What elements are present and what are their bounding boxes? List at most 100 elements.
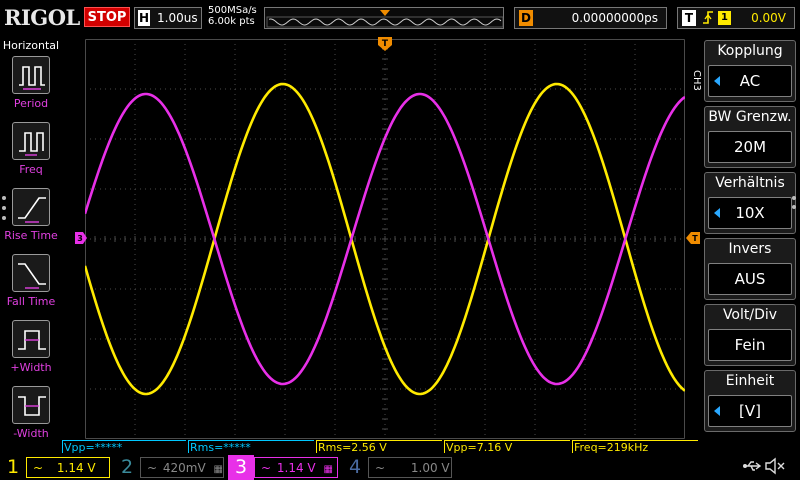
- channel-menu-label: CH3: [691, 70, 702, 91]
- measure-negative-width-button[interactable]: -Width: [0, 386, 62, 452]
- measure-fall-time-button[interactable]: Fall Time: [0, 254, 62, 320]
- channel-2-info: ~ 420mV ▦: [140, 457, 224, 478]
- svg-text:3: 3: [77, 234, 83, 243]
- selector-arrow-icon: [714, 76, 720, 86]
- volt-div-title: Volt/Div: [722, 307, 778, 323]
- probe-ratio-value: 10X: [708, 197, 792, 229]
- fall-time-icon: [12, 254, 50, 292]
- left-menu-title: Horizontal: [2, 39, 60, 52]
- rise-time-icon: [12, 188, 50, 226]
- waveform-display[interactable]: [85, 39, 685, 439]
- ac-coupling-icon: ~: [261, 461, 272, 475]
- positive-width-icon: [12, 320, 50, 358]
- grid-lines: [85, 39, 685, 439]
- probe-ratio-menu-item[interactable]: Verhältnis 10X: [704, 172, 796, 234]
- sample-rate: 500MSa/s: [208, 5, 257, 16]
- coupling-title: Kopplung: [717, 43, 783, 59]
- unit-title: Einheit: [725, 373, 775, 389]
- bandwidth-limit-menu-item[interactable]: BW Grenzw. 20M: [704, 106, 796, 168]
- acquisition-info: 500MSa/s 6.00k pts: [208, 5, 257, 27]
- knob-indicator-icon: [792, 196, 798, 215]
- run-stop-status[interactable]: STOP: [84, 7, 130, 27]
- bandwidth-limit-title: BW Grenzw.: [708, 109, 792, 125]
- timebase-value: 1.00us: [157, 11, 198, 25]
- fall-time-label: Fall Time: [6, 295, 56, 308]
- measurement-2[interactable]: Rms=*****: [188, 440, 314, 453]
- delay-box[interactable]: D 0.00000000ps: [514, 7, 667, 29]
- measure-period-button[interactable]: Period: [0, 56, 62, 122]
- channel-status-bar: 1 ~ 1.14 V 2 ~ 420mV ▦ 3 ~ 1.14 V ▦ 4 ~ …: [0, 455, 800, 480]
- unit-menu-item[interactable]: Einheit [V]: [704, 370, 796, 432]
- delay-value: 0.00000000ps: [571, 11, 658, 25]
- channel-2-scale: 420mV: [162, 461, 206, 475]
- rising-edge-icon: [702, 9, 714, 33]
- frequency-icon: [12, 122, 50, 160]
- ac-coupling-icon: ~: [33, 461, 44, 475]
- probe-ratio-title: Verhältnis: [715, 175, 785, 191]
- trigger-source: 1: [718, 11, 731, 25]
- channel-4-tab[interactable]: 4 ~ 1.00 V: [342, 455, 454, 480]
- bandwidth-limit-value: 20M: [708, 131, 792, 163]
- channel-3-tab[interactable]: 3 ~ 1.14 V ▦: [228, 455, 340, 480]
- horizontal-label: H: [138, 10, 150, 26]
- measurement-5[interactable]: Freq=219kHz: [572, 440, 698, 453]
- memory-trigger-marker-icon: [380, 10, 390, 16]
- invert-menu-item[interactable]: Invers AUS: [704, 238, 796, 300]
- delay-label: D: [519, 10, 533, 26]
- memory-overview-bar[interactable]: [264, 7, 504, 29]
- measure-positive-width-button[interactable]: +Width: [0, 320, 62, 386]
- channel-1-tab[interactable]: 1 ~ 1.14 V: [0, 455, 112, 480]
- measurement-bar: Vpp=***** Rms=***** Rms=2.56 V Vpp=7.16 …: [62, 440, 698, 454]
- channel-3-offset-marker-icon[interactable]: 3: [75, 232, 87, 244]
- channel-4-scale: 1.00 V: [410, 461, 450, 475]
- volt-div-menu-item[interactable]: Volt/Div Fein: [704, 304, 796, 366]
- freq-label: Freq: [19, 163, 43, 176]
- channel-2-tab[interactable]: 2 ~ 420mV ▦: [114, 455, 226, 480]
- trigger-position-marker-icon[interactable]: T: [378, 37, 392, 51]
- channel-3-info: ~ 1.14 V ▦: [254, 457, 338, 478]
- svg-text:T: T: [692, 234, 698, 243]
- positive-width-label: +Width: [10, 361, 52, 374]
- volt-div-value: Fein: [708, 329, 792, 361]
- period-label: Period: [13, 97, 49, 110]
- trigger-level: 0.00V: [751, 11, 786, 25]
- menu-page-indicator: [2, 196, 8, 226]
- svg-text:T: T: [382, 39, 389, 49]
- coupling-menu-item[interactable]: Kopplung AC: [704, 40, 796, 102]
- horizontal-measure-menu: Horizontal Period Freq Rise Time Fall Ti…: [0, 36, 62, 448]
- period-icon: [12, 56, 50, 94]
- usb-icon: [743, 461, 762, 471]
- memory-waveform-overview: [266, 10, 503, 28]
- rise-time-label: Rise Time: [4, 229, 58, 242]
- unit-value: [V]: [708, 395, 792, 427]
- channel-3-scale: 1.14 V: [276, 461, 316, 475]
- selector-arrow-icon: [714, 208, 720, 218]
- invert-title: Invers: [728, 241, 772, 257]
- channel-1-scale: 1.14 V: [56, 461, 96, 475]
- top-status-bar: RIGOL STOP H 1.00us 500MSa/s 6.00k pts D…: [0, 0, 800, 36]
- ac-coupling-icon: ~: [147, 461, 158, 475]
- bandwidth-limit-icon: ▦: [213, 464, 223, 475]
- negative-width-label: -Width: [13, 427, 49, 440]
- horizontal-timebase-box[interactable]: H 1.00us: [134, 7, 202, 29]
- channel-1-number: 1: [6, 456, 20, 478]
- selector-arrow-icon: [714, 406, 720, 416]
- memory-depth: 6.00k pts: [208, 16, 255, 27]
- channel-3-number: 3: [228, 455, 254, 480]
- measurement-3[interactable]: Rms=2.56 V: [316, 440, 442, 453]
- measure-rise-time-button[interactable]: Rise Time: [0, 188, 62, 254]
- channel-2-number: 2: [120, 456, 134, 478]
- channel-4-number: 4: [348, 456, 362, 478]
- measurement-4[interactable]: Vpp=7.16 V: [444, 440, 570, 453]
- rigol-logo: RIGOL: [4, 5, 80, 30]
- trigger-box[interactable]: T 1 0.00V: [677, 7, 795, 29]
- negative-width-icon: [12, 386, 50, 424]
- measure-frequency-button[interactable]: Freq: [0, 122, 62, 188]
- speaker-muted-icon[interactable]: [764, 457, 786, 475]
- invert-value: AUS: [708, 263, 792, 295]
- channel-4-info: ~ 1.00 V: [368, 457, 452, 478]
- trigger-level-marker-icon[interactable]: T: [686, 232, 700, 244]
- bandwidth-limit-icon: ▦: [323, 464, 333, 475]
- measurement-1[interactable]: Vpp=*****: [62, 440, 186, 453]
- channel-1-info: ~ 1.14 V: [26, 457, 110, 478]
